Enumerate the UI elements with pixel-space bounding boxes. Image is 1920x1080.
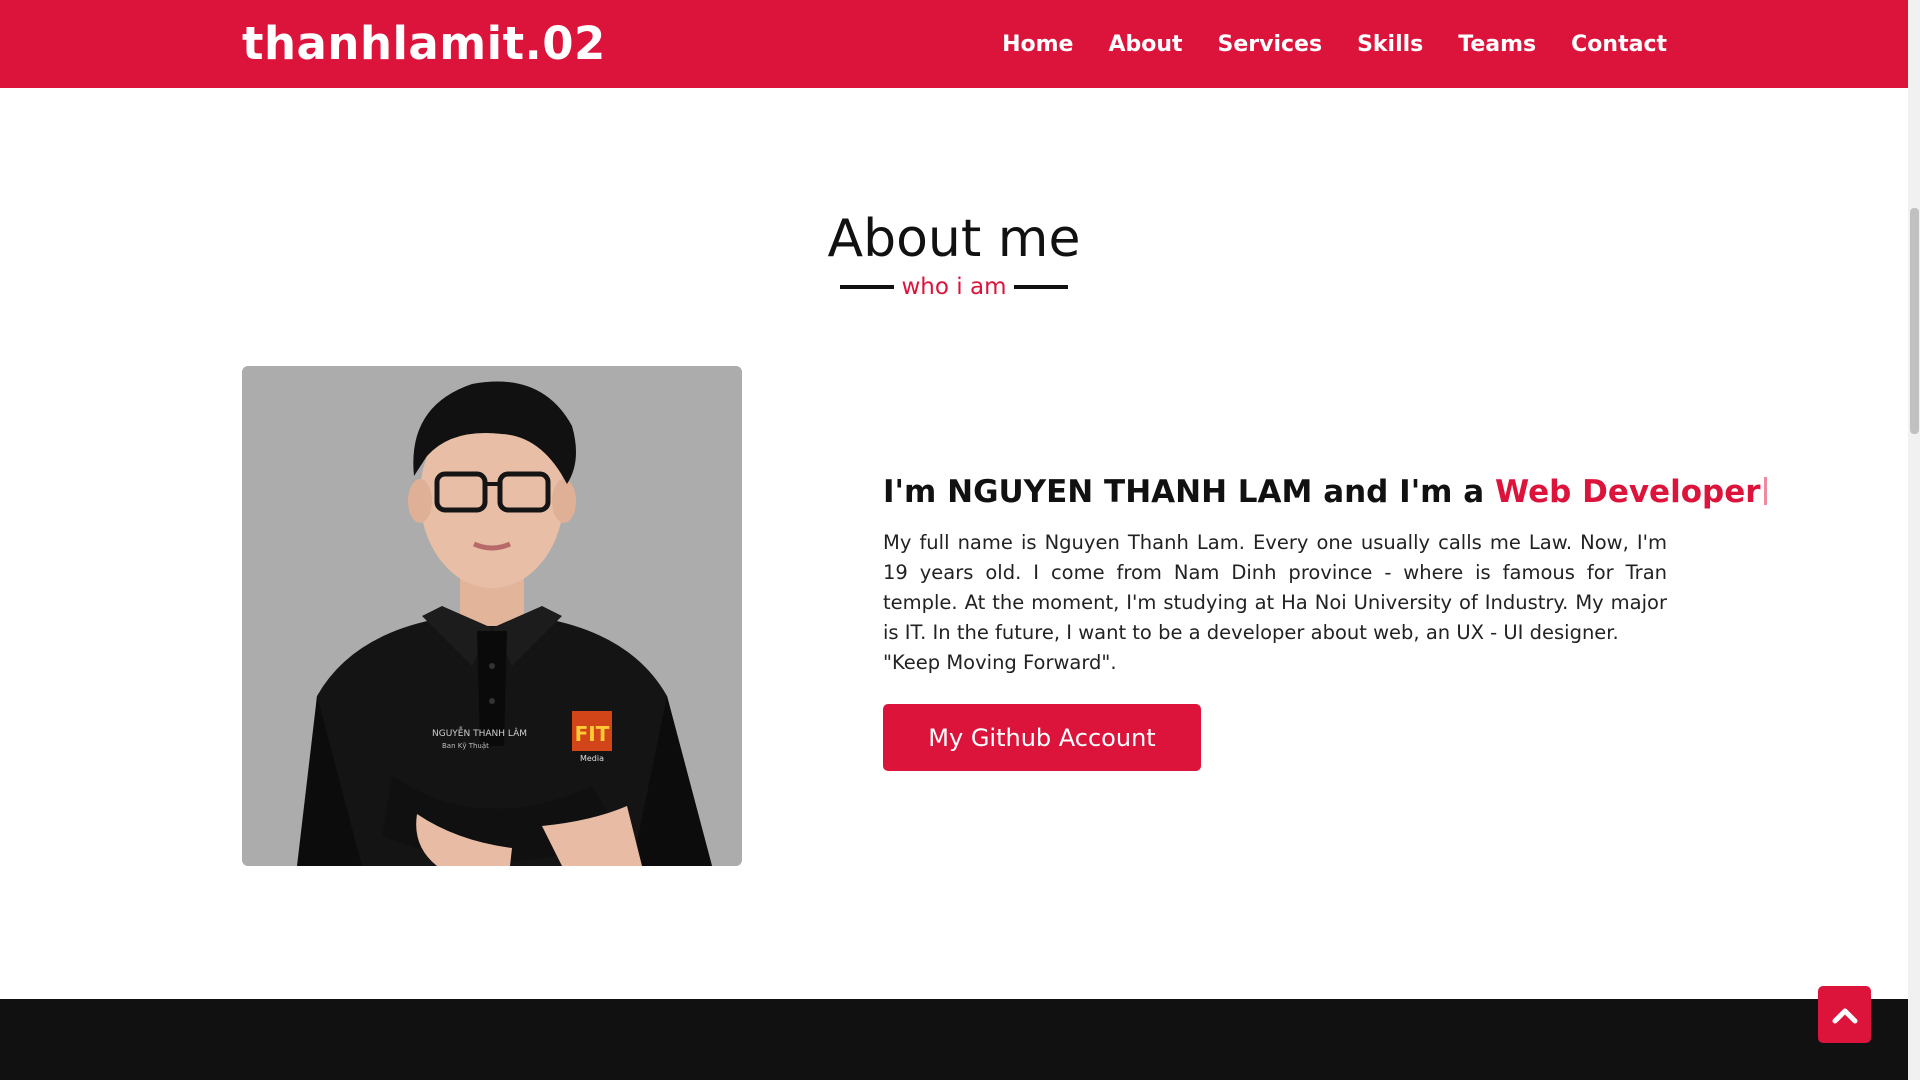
profile-photo-illustration: FIT Media NGUYỄN THANH LÂM Ban Kỹ Thuật — [297, 381, 712, 866]
nav-link-contact[interactable]: Contact — [1571, 32, 1667, 57]
role-typing-text: Web Developer — [1495, 474, 1761, 510]
section-subtitle: who i am — [0, 272, 1908, 302]
nav-link-skills[interactable]: Skills — [1357, 32, 1423, 57]
nav-menu: Home About Services Skills Teams Contact — [967, 0, 1667, 88]
nav-item-contact: Contact — [1571, 32, 1667, 57]
profile-photo: FIT Media NGUYỄN THANH LÂM Ban Kỹ Thuật — [242, 366, 742, 866]
page-scrollbar[interactable] — [1908, 0, 1920, 1080]
nav-item-teams: Teams — [1458, 32, 1536, 57]
about-paragraph: My full name is Nguyen Thanh Lam. Every … — [883, 531, 1667, 644]
chevron-up-icon — [1832, 1008, 1857, 1023]
back-to-top-button[interactable] — [1818, 986, 1871, 1043]
nav-link-services[interactable]: Services — [1218, 32, 1323, 57]
subtitle-divider-right — [1014, 285, 1069, 289]
nav-link-teams[interactable]: Teams — [1458, 32, 1536, 57]
section-title: About me — [827, 209, 1081, 269]
shirt-logo-sub: Media — [580, 754, 604, 763]
nav-item-skills: Skills — [1357, 32, 1423, 57]
nav-item-home: Home — [1002, 32, 1073, 57]
shirt-tag: Ban Kỹ Thuật — [442, 742, 489, 750]
scrollbar-thumb[interactable] — [1910, 208, 1919, 434]
page: thanhlamit.02 Home About Services Skills… — [0, 0, 1920, 1080]
github-account-button[interactable]: My Github Account — [883, 704, 1201, 771]
about-heading: I'm NGUYEN THANH LAM and I'm a Web Devel… — [883, 468, 1767, 516]
shirt-logo: FIT — [575, 722, 610, 746]
about-quote: "Keep Moving Forward". — [883, 651, 1117, 674]
subtitle-divider-left — [839, 285, 894, 289]
about-heading-prefix: I'm NGUYEN THANH LAM and I'm a — [883, 474, 1495, 510]
subtitle-text: who i am — [901, 274, 1007, 300]
about-description: My full name is Nguyen Thanh Lam. Every … — [883, 528, 1667, 678]
nav-link-home[interactable]: Home — [1002, 32, 1073, 57]
nav-item-services: Services — [1218, 32, 1323, 57]
navbar: thanhlamit.02 Home About Services Skills… — [0, 0, 1908, 88]
typing-cursor — [1763, 477, 1767, 505]
nav-item-about: About — [1108, 32, 1182, 57]
next-section-background — [0, 999, 1908, 1080]
site-logo[interactable]: thanhlamit.02 — [242, 16, 606, 72]
nav-link-about[interactable]: About — [1108, 32, 1182, 57]
